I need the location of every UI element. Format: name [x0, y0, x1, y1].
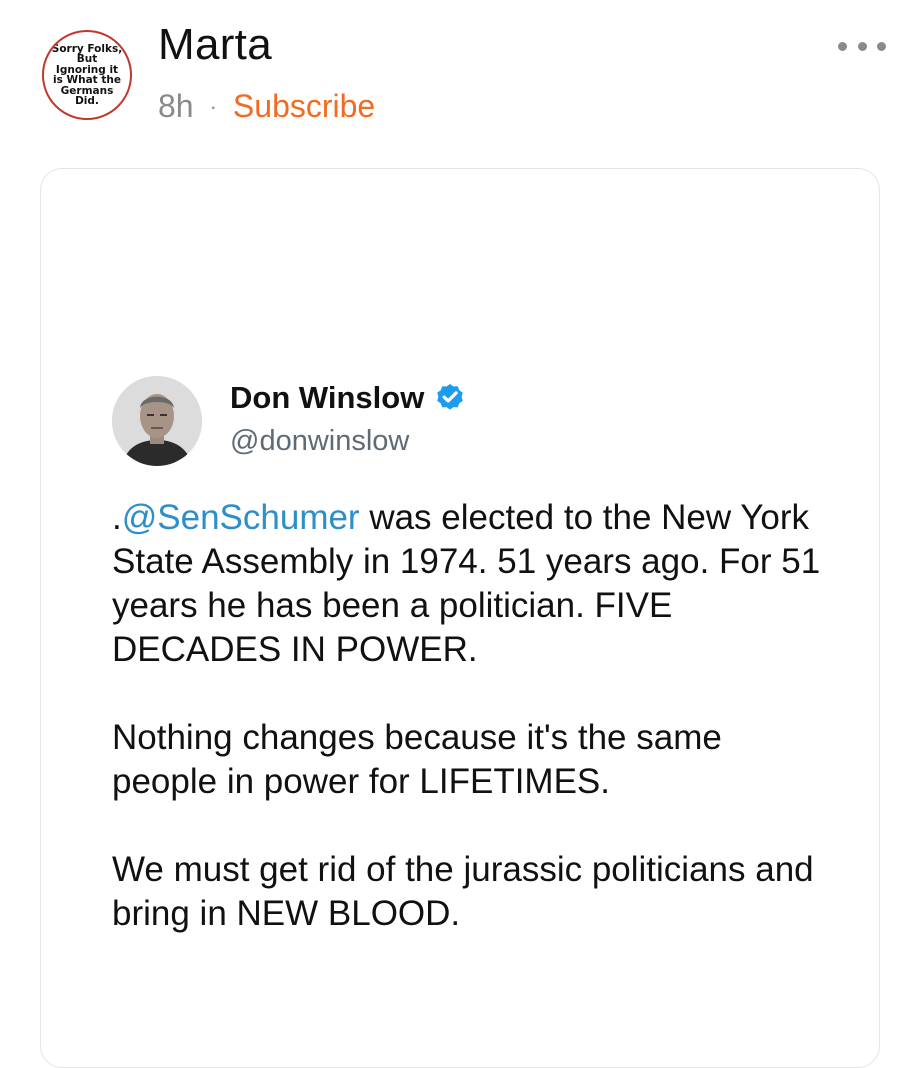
- mention-link[interactable]: @SenSchumer: [122, 498, 360, 537]
- more-options-icon[interactable]: [838, 36, 886, 56]
- more-dot: [857, 41, 867, 51]
- meta-separator: ·: [209, 93, 217, 119]
- tweet-paragraph-1: .@SenSchumer was elected to the New York…: [112, 496, 832, 672]
- mention-prefix: .: [112, 498, 122, 537]
- portrait-icon: [112, 376, 202, 466]
- author-avatar[interactable]: Sorry Folks, But Ignoring it is What the…: [42, 30, 132, 120]
- more-dot: [838, 41, 847, 51]
- tweet-author-name: Don Winslow: [230, 380, 425, 415]
- verified-badge-icon: [437, 384, 464, 410]
- post-time: 8h: [158, 88, 194, 124]
- more-dot: [877, 41, 886, 51]
- tweet-text: .@SenSchumer was elected to the New York…: [112, 496, 832, 980]
- tweet-paragraph-3: We must get rid of the jurassic politici…: [112, 850, 814, 933]
- tweet-paragraph-2: Nothing changes because it's the same pe…: [112, 718, 722, 801]
- subscribe-link[interactable]: Subscribe: [233, 88, 375, 125]
- tweet-author-avatar[interactable]: [112, 376, 202, 466]
- tweet-author[interactable]: Don Winslow: [230, 380, 466, 416]
- avatar-text: Sorry Folks, But Ignoring it is What the…: [51, 42, 123, 107]
- tweet-handle[interactable]: @donwinslow: [230, 425, 409, 458]
- author-name[interactable]: Marta: [158, 20, 272, 70]
- post-meta: 8h · Subscribe: [158, 88, 375, 125]
- post-header: Sorry Folks, But Ignoring it is What the…: [0, 0, 921, 150]
